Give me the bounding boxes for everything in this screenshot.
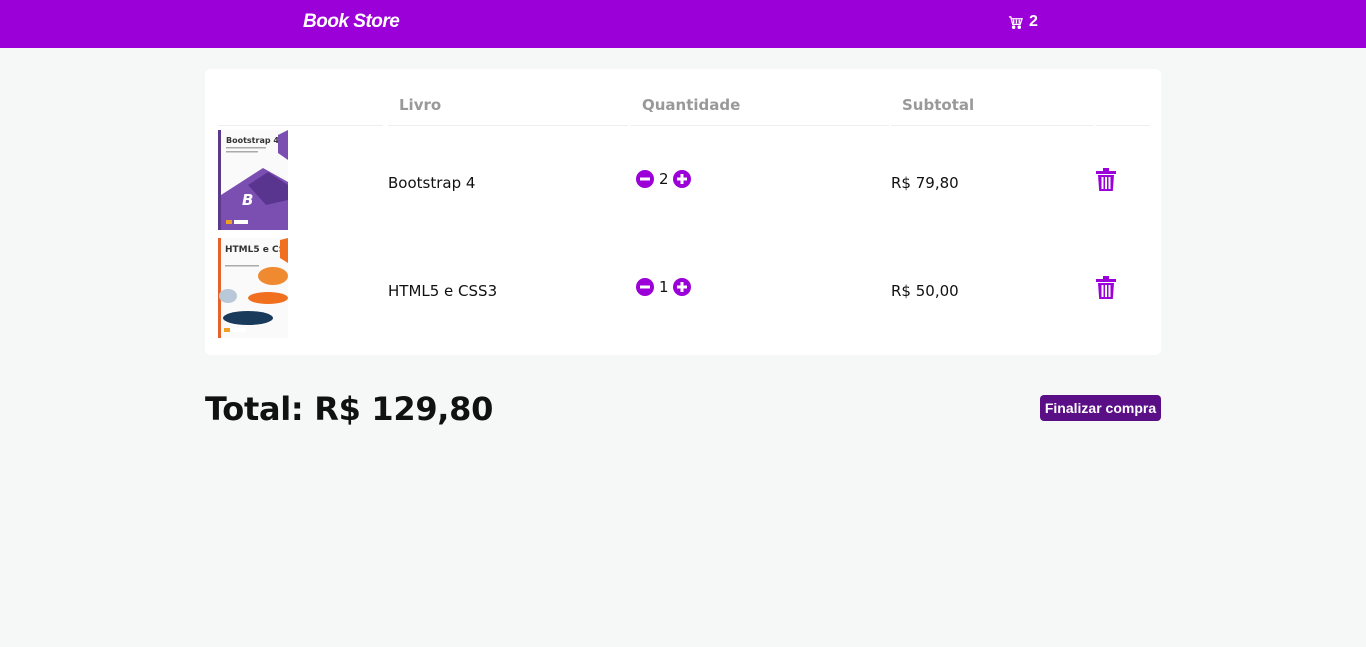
- cover-title: Bootstrap 4: [226, 136, 279, 145]
- column-header-subtotal: Subtotal: [902, 96, 975, 114]
- book-cover-bootstrap: Bootstrap 4 B: [218, 130, 288, 230]
- header-divider: [388, 125, 628, 126]
- brand-logo[interactable]: Book Store: [303, 11, 400, 33]
- quantity-control: 2: [636, 170, 691, 188]
- table-row: HTML5 e CSS3 HTML5 e CSS3 1 R$ 50,00: [205, 238, 1161, 338]
- cover-title: HTML5 e CSS3: [225, 245, 288, 255]
- cart-link[interactable]: 2: [1008, 13, 1038, 31]
- header-divider: [1096, 125, 1150, 126]
- table-row: Bootstrap 4 B Bootstrap 4 2 R$ 79,80: [205, 130, 1161, 230]
- cart-count: 2: [1029, 13, 1038, 30]
- header-divider: [218, 125, 383, 126]
- quantity-value: 2: [659, 170, 669, 188]
- minus-circle-icon[interactable]: [636, 278, 654, 296]
- header-divider: [631, 125, 889, 126]
- minus-circle-icon[interactable]: [636, 170, 654, 188]
- row-subtotal: R$ 50,00: [891, 282, 959, 300]
- trash-icon[interactable]: [1096, 168, 1116, 192]
- plus-circle-icon[interactable]: [673, 170, 691, 188]
- book-title: Bootstrap 4: [388, 174, 476, 192]
- trash-icon[interactable]: [1096, 276, 1116, 300]
- cart-table: Livro Quantidade Subtotal Bootstrap 4 B …: [205, 69, 1161, 355]
- book-title: HTML5 e CSS3: [388, 282, 498, 300]
- column-header-quantidade: Quantidade: [642, 96, 741, 114]
- quantity-value: 1: [659, 278, 669, 296]
- column-header-livro: Livro: [399, 96, 442, 114]
- cart-total: Total: R$ 129,80: [205, 390, 494, 428]
- plus-circle-icon[interactable]: [673, 278, 691, 296]
- quantity-control: 1: [636, 278, 691, 296]
- top-bar: Book Store 2: [0, 0, 1366, 48]
- svg-text:B: B: [242, 191, 253, 209]
- shopping-cart-icon: [1008, 15, 1023, 30]
- header-divider: [891, 125, 1093, 126]
- checkout-button[interactable]: Finalizar compra: [1040, 395, 1161, 421]
- book-cover-html5-css3: HTML5 e CSS3: [218, 238, 288, 338]
- row-subtotal: R$ 79,80: [891, 174, 959, 192]
